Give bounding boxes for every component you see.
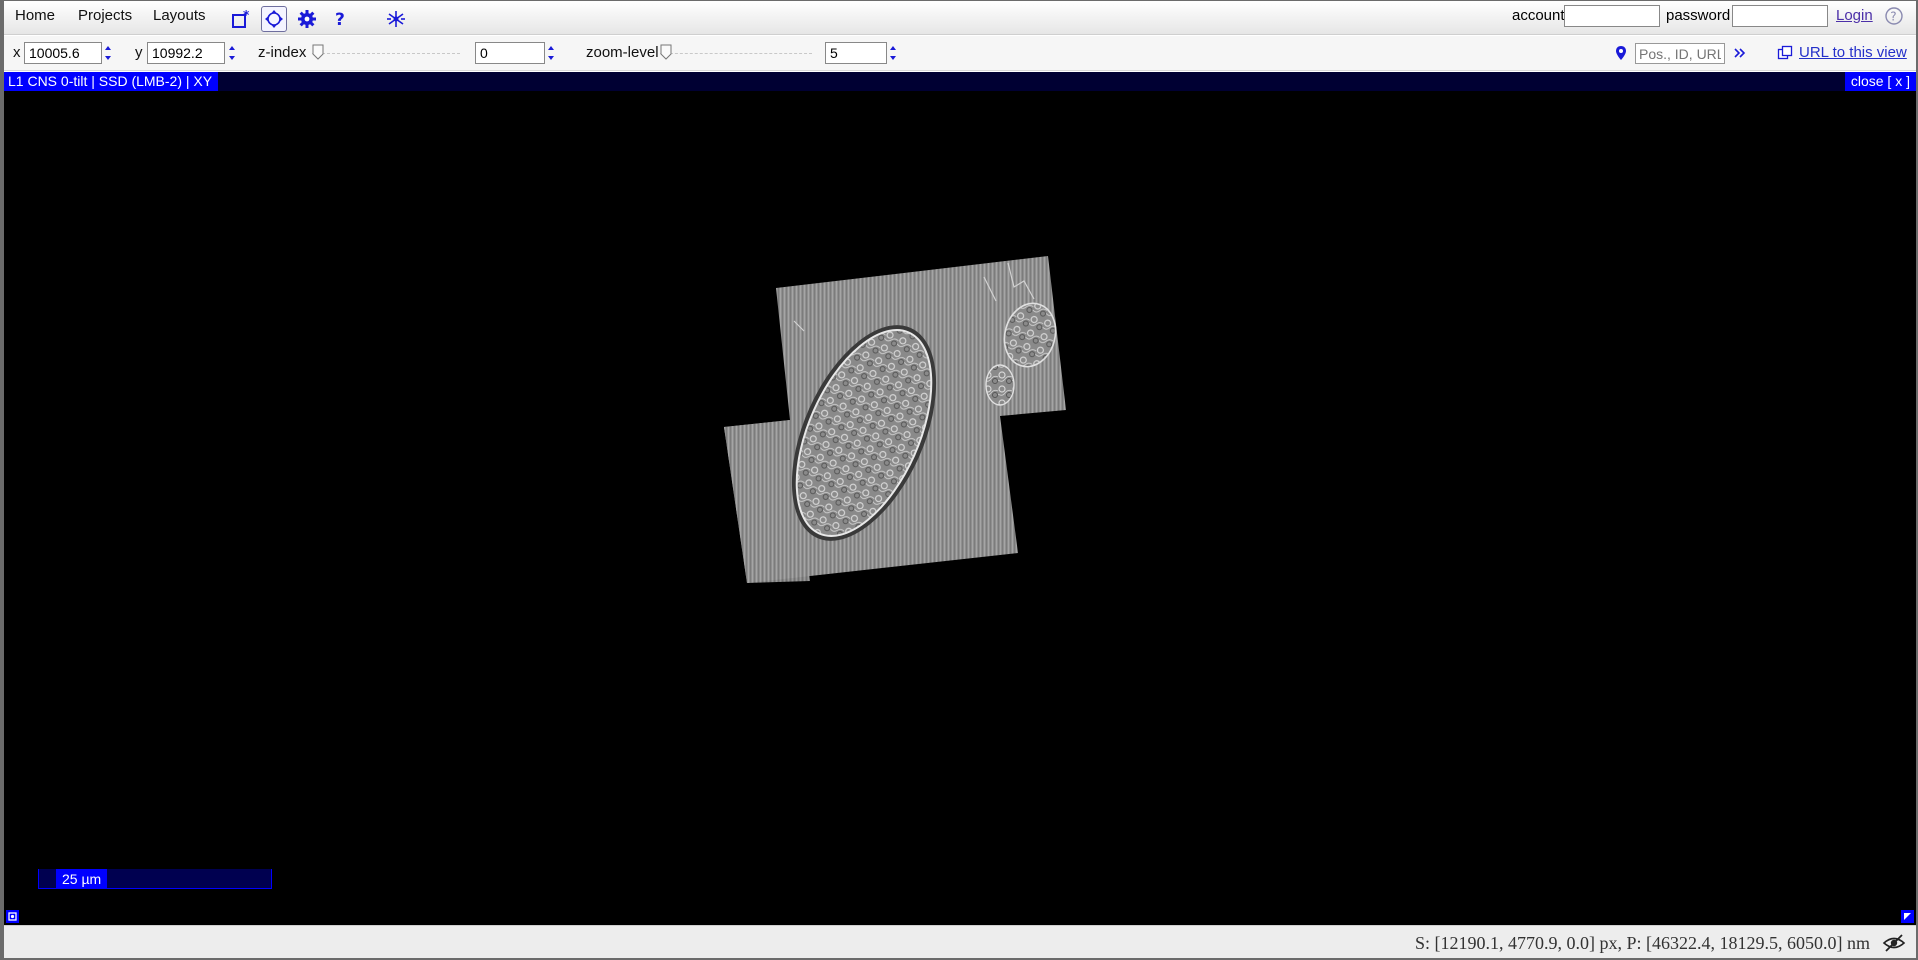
stack-viewer-title: L1 CNS 0-tilt | SSD (LMB-2) | XY — [4, 72, 219, 91]
menu-bar: Home Projects Layouts * ? account passwo… — [4, 1, 1916, 35]
zoom-spinner-icon[interactable] — [889, 42, 897, 64]
z-index-slider[interactable] — [312, 44, 460, 62]
x-coordinate-input[interactable] — [24, 42, 102, 64]
svg-text:?: ? — [1890, 10, 1896, 24]
scale-bar: 25 µm — [38, 869, 272, 889]
account-input[interactable] — [1564, 5, 1660, 27]
password-input[interactable] — [1732, 5, 1828, 27]
viewer-settings-icon[interactable] — [6, 910, 19, 923]
zoom-level-input[interactable] — [825, 42, 887, 64]
url-to-this-view-link[interactable]: URL to this view — [1799, 44, 1907, 61]
z-spinner-icon[interactable] — [547, 42, 555, 64]
status-bar: S: [12190.1, 4770.9, 0.0] px, P: [46322.… — [4, 925, 1916, 958]
y-spinner-icon[interactable] — [228, 42, 236, 64]
z-slider-handle[interactable] — [312, 44, 324, 60]
zoom-level-slider[interactable] — [660, 44, 812, 62]
scale-bar-label: 25 µm — [56, 869, 108, 889]
x-label: x — [13, 44, 21, 61]
menu-projects[interactable]: Projects — [78, 7, 132, 24]
login-link[interactable]: Login — [1836, 7, 1873, 24]
y-coordinate-input[interactable] — [147, 42, 225, 64]
svg-text:?: ? — [335, 10, 345, 29]
y-label: y — [135, 44, 143, 61]
z-index-label: z-index — [258, 44, 307, 61]
resize-corner-icon[interactable] — [1901, 910, 1914, 923]
password-label: password — [1666, 7, 1731, 24]
navigate-icon[interactable] — [261, 6, 287, 32]
go-chevrons-icon[interactable] — [1734, 47, 1746, 59]
zoom-slider-handle[interactable] — [660, 44, 672, 60]
navigation-toolbar: x y z-index zoom-level — [4, 36, 1916, 71]
position-search-input[interactable] — [1635, 43, 1725, 64]
help-question-icon[interactable]: ? — [327, 6, 353, 32]
z-index-input[interactable] — [475, 42, 545, 64]
menu-home[interactable]: Home — [15, 7, 55, 24]
zoom-level-label: zoom-level — [586, 44, 659, 61]
settings-gear-icon[interactable] — [294, 6, 320, 32]
hidden-eye-icon[interactable] — [1882, 933, 1906, 953]
cursor-position-status: S: [12190.1, 4770.9, 0.0] px, P: [46322.… — [1414, 933, 1870, 953]
account-label: account — [1512, 7, 1565, 24]
copy-url-icon[interactable] — [1777, 45, 1793, 61]
stack-viewer-titlebar: L1 CNS 0-tilt | SSD (LMB-2) | XY close [… — [4, 72, 1916, 91]
x-spinner-icon[interactable] — [104, 42, 112, 64]
svg-text:*: * — [243, 8, 250, 22]
neuron-tracing-icon[interactable] — [383, 6, 409, 32]
image-stack-canvas[interactable]: 25 µm — [4, 91, 1916, 925]
new-window-icon[interactable]: * — [228, 6, 254, 32]
em-tile-image — [724, 256, 1066, 583]
menu-layouts[interactable]: Layouts — [153, 7, 206, 24]
close-viewer-button[interactable]: close [ x ] — [1844, 72, 1916, 91]
cell-small-lower — [985, 364, 1015, 406]
help-circle-icon[interactable]: ? — [1884, 6, 1904, 26]
app-window: Home Projects Layouts * ? account passwo… — [4, 1, 1916, 958]
location-pin-icon — [1616, 46, 1626, 60]
